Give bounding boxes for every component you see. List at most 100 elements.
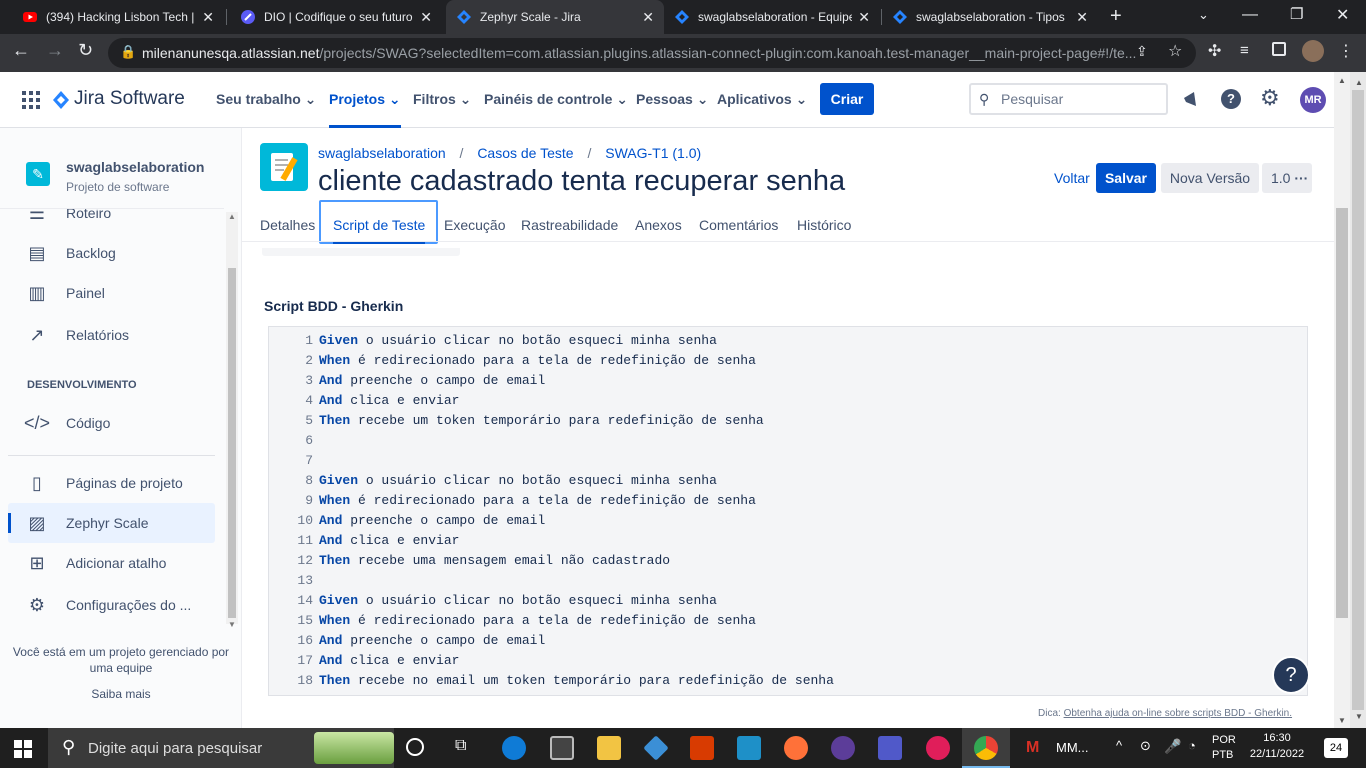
new-tab-button[interactable]: +	[1110, 5, 1122, 28]
sidebar-item-relatorios[interactable]: ↗ Relatórios	[8, 315, 215, 355]
avatar[interactable]: MR	[1300, 87, 1326, 113]
breadcrumb-issue[interactable]: SWAG-T1 (1.0)	[605, 145, 701, 161]
back-arrow-icon[interactable]: ←	[12, 40, 30, 61]
store-icon[interactable]	[737, 736, 761, 760]
breadcrumb-project[interactable]: swaglabselaboration	[318, 145, 446, 161]
project-name[interactable]: swaglabselaboration	[66, 159, 204, 175]
page-scrollbar-thumb[interactable]	[1336, 208, 1348, 618]
minimize-button[interactable]: —	[1242, 6, 1258, 24]
nav-seu-trabalho[interactable]: Seu trabalho ⌄	[216, 72, 316, 128]
edge-icon[interactable]	[502, 736, 526, 760]
media-queue-icon[interactable]: ≡	[1240, 42, 1249, 59]
task-view-icon[interactable]: ⧉	[455, 737, 466, 755]
eclipse-icon[interactable]	[831, 736, 855, 760]
menu-kebab-icon[interactable]: ⋮	[1338, 41, 1354, 61]
sidebar-item-paginas[interactable]: ▯ Páginas de projeto	[8, 463, 215, 503]
chevron-up-icon[interactable]: ^	[1116, 738, 1122, 753]
bookmark-star-icon[interactable]: ☆	[1168, 41, 1182, 61]
firefox-icon[interactable]	[784, 736, 808, 760]
address-bar[interactable]: 🔒 milenanunesqa.atlassian.net/projects/S…	[108, 38, 1196, 68]
project-avatar[interactable]: ✎	[26, 162, 50, 186]
tip-help-link[interactable]: Obtenha ajuda on-line sobre scripts BDD …	[1064, 708, 1292, 719]
browser-tab-4[interactable]: swaglabselaboration - Equipe ✕	[664, 0, 880, 34]
tab-search-chevron-icon[interactable]: ⌄	[1198, 7, 1209, 23]
sidebar-item-configuracoes[interactable]: ⚙ Configurações do ...	[8, 585, 215, 625]
sidepanel-icon[interactable]	[1272, 42, 1286, 56]
search-input[interactable]: ⚲ Pesquisar	[969, 83, 1168, 115]
help-float-button[interactable]: ?	[1272, 656, 1310, 694]
profile-avatar[interactable]	[1302, 40, 1324, 62]
windows-start-icon[interactable]	[14, 740, 32, 758]
reload-icon[interactable]: ↻	[78, 40, 93, 61]
tab-script-de-teste[interactable]: Script de Teste	[333, 208, 426, 244]
app-switcher-icon[interactable]	[22, 91, 40, 109]
slack-icon[interactable]	[926, 736, 950, 760]
browser-tab-1[interactable]: (394) Hacking Lisbon Tech | L ✕	[12, 0, 224, 34]
jira-logo-icon[interactable]	[52, 90, 70, 110]
close-window-button[interactable]: ✕	[1336, 5, 1349, 25]
nav-pessoas[interactable]: Pessoas ⌄	[636, 72, 708, 128]
share-icon[interactable]: ⇪	[1136, 43, 1148, 60]
sidebar-item-roteiro[interactable]: ☰ Roteiro	[8, 209, 215, 233]
new-version-button[interactable]: Nova Versão	[1161, 163, 1259, 193]
forward-arrow-icon[interactable]: →	[46, 40, 64, 61]
file-explorer-icon[interactable]	[597, 736, 621, 760]
language-indicator[interactable]: POR PTB	[1212, 734, 1236, 761]
extensions-puzzle-icon[interactable]: ✣	[1208, 41, 1221, 61]
microphone-icon[interactable]: 🎤	[1164, 738, 1181, 755]
youtube-icon	[23, 12, 37, 22]
tab-detalhes[interactable]: Detalhes	[260, 208, 315, 244]
nav-aplicativos[interactable]: Aplicativos ⌄	[717, 72, 807, 128]
browser-tab-3[interactable]: Zephyr Scale - Jira ✕	[446, 0, 664, 34]
learn-more-link[interactable]: Saiba mais	[0, 687, 241, 701]
version-menu-button[interactable]: 1.0 ···	[1262, 163, 1312, 193]
tab-anexos[interactable]: Anexos	[635, 208, 682, 244]
tab-rastreabilidade[interactable]: Rastreabilidade	[521, 208, 618, 244]
app-icon[interactable]: M	[1026, 739, 1039, 757]
nav-paineis[interactable]: Painéis de controle ⌄	[484, 72, 628, 128]
chrome-taskbar-button[interactable]	[962, 728, 1010, 768]
close-icon[interactable]: ✕	[642, 9, 654, 26]
gherkin-script-editor[interactable]: 1 Given o usuário clicar no botão esqueci…	[268, 326, 1308, 696]
save-button[interactable]: Salvar	[1096, 163, 1156, 193]
tab-execucao[interactable]: Execução	[444, 208, 505, 244]
notifications-megaphone-icon[interactable]	[1182, 90, 1200, 108]
restore-button[interactable]: ❐	[1290, 5, 1303, 23]
nav-projetos[interactable]: Projetos ⌄	[329, 72, 401, 128]
lock-icon[interactable]: 🔒	[120, 44, 136, 60]
clock[interactable]: 16:30 22/11/2022	[1246, 732, 1308, 760]
wifi-icon[interactable]: ◔	[1188, 738, 1196, 753]
sidebar-item-painel[interactable]: ▥ Painel	[8, 273, 215, 313]
close-icon[interactable]: ✕	[420, 9, 432, 26]
git-icon[interactable]	[643, 735, 669, 761]
sidebar-item-backlog[interactable]: ▤ Backlog	[8, 233, 215, 273]
browser-tab-5[interactable]: swaglabselaboration - Tipos ✕	[882, 0, 1098, 34]
taskbar-app-label[interactable]: MM...	[1056, 740, 1089, 755]
breadcrumb-test-cases[interactable]: Casos de Teste	[477, 145, 573, 161]
help-icon[interactable]: ?	[1221, 89, 1241, 109]
tab-comentarios[interactable]: Comentários	[699, 208, 778, 244]
project-avatar-large	[260, 143, 308, 191]
code-text: recebe um token temporário para redefini…	[350, 413, 764, 428]
jira-logo-text[interactable]: Jira Software	[74, 88, 185, 110]
network-status-icon[interactable]: ⊙	[1140, 738, 1151, 754]
nav-filtros[interactable]: Filtros ⌄	[413, 72, 471, 128]
cortana-icon[interactable]	[406, 738, 424, 756]
close-icon[interactable]: ✕	[202, 9, 214, 26]
browser-tab-2[interactable]: DIO | Codifique o seu futuro g ✕	[230, 0, 442, 34]
settings-gear-icon[interactable]: ⚙	[1260, 85, 1280, 111]
back-link[interactable]: Voltar	[1054, 170, 1090, 186]
tab-historico[interactable]: Histórico	[797, 208, 851, 244]
taskbar-search-box[interactable]: ⚲ Digite aqui para pesquisar	[48, 728, 394, 768]
sidebar-item-codigo[interactable]: </> Código	[8, 403, 215, 443]
office-icon[interactable]	[690, 736, 714, 760]
sidebar-item-adicionar-atalho[interactable]: ⊞ Adicionar atalho	[8, 543, 215, 583]
notification-badge[interactable]: 24	[1324, 738, 1348, 758]
sidebar-item-zephyr-scale[interactable]: ▨ Zephyr Scale	[8, 503, 215, 543]
close-icon[interactable]: ✕	[858, 9, 870, 26]
close-icon[interactable]: ✕	[1076, 9, 1088, 26]
teams-icon[interactable]	[878, 736, 902, 760]
create-button[interactable]: Criar	[820, 83, 874, 115]
code-text: o usuário clicar no botão esqueci minha …	[358, 333, 717, 348]
sublime-icon[interactable]	[550, 736, 574, 760]
